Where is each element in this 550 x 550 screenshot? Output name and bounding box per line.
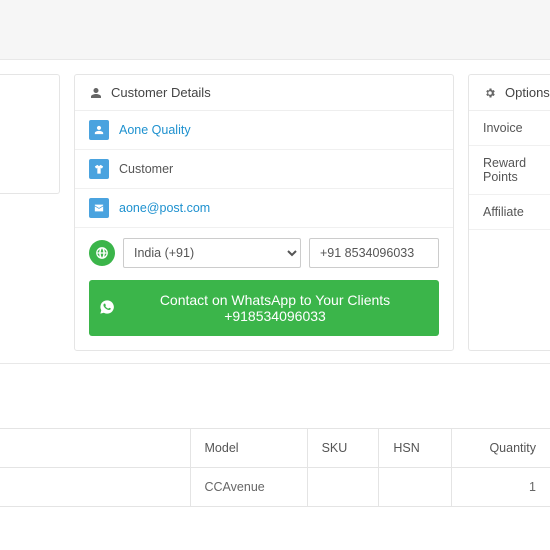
products-table-wrap: Model SKU HSN Quantity CCAvenue 1	[0, 428, 550, 507]
customer-panel-title: Customer Details	[111, 85, 211, 100]
panels-row: Customer Details Aone Quality Customer a…	[0, 60, 550, 351]
col-hsn: HSN	[379, 429, 452, 468]
col-quantity: Quantity	[452, 429, 550, 468]
customer-panel-header: Customer Details	[75, 75, 453, 111]
gear-icon	[483, 87, 497, 99]
customer-email-row: aone@post.com	[75, 189, 453, 228]
options-panel: Options Invoice Reward Points Affiliate	[468, 74, 550, 351]
col-sku: SKU	[307, 429, 379, 468]
products-table: Model SKU HSN Quantity CCAvenue 1	[0, 428, 550, 507]
cell-hsn	[379, 468, 452, 507]
options-panel-header: Options	[469, 75, 550, 111]
table-header-row: Model SKU HSN Quantity	[0, 429, 550, 468]
customer-group: Customer	[119, 162, 173, 176]
phone-row: India (+91) +91 8534096033	[75, 228, 453, 278]
cell-model: CCAvenue	[190, 468, 307, 507]
whatsapp-icon	[99, 299, 115, 318]
gap	[0, 364, 550, 400]
country-code-select[interactable]: India (+91)	[123, 238, 301, 268]
customer-group-row: Customer	[75, 150, 453, 189]
customer-email-link[interactable]: aone@post.com	[119, 201, 210, 215]
cell-qty: 1	[452, 468, 550, 507]
left-panel-fragment	[0, 74, 60, 194]
whatsapp-button[interactable]: Contact on WhatsApp to Your Clients +918…	[89, 280, 439, 336]
col-model: Model	[190, 429, 307, 468]
shirt-icon	[89, 159, 109, 179]
option-reward-points[interactable]: Reward Points	[469, 146, 550, 195]
option-affiliate[interactable]: Affiliate	[469, 195, 550, 230]
table-row: CCAvenue 1	[0, 468, 550, 507]
phone-display[interactable]: +91 8534096033	[309, 238, 439, 268]
option-invoice[interactable]: Invoice	[469, 111, 550, 146]
profile-icon	[89, 120, 109, 140]
customer-name-link[interactable]: Aone Quality	[119, 123, 191, 137]
top-bar	[0, 0, 550, 60]
mail-icon	[89, 198, 109, 218]
whatsapp-label: Contact on WhatsApp to Your Clients +918…	[121, 292, 429, 324]
globe-icon	[89, 240, 115, 266]
options-panel-title: Options	[505, 85, 550, 100]
cell-sku	[307, 468, 379, 507]
customer-details-panel: Customer Details Aone Quality Customer a…	[74, 74, 454, 351]
customer-name-row: Aone Quality	[75, 111, 453, 150]
user-icon	[89, 87, 103, 99]
